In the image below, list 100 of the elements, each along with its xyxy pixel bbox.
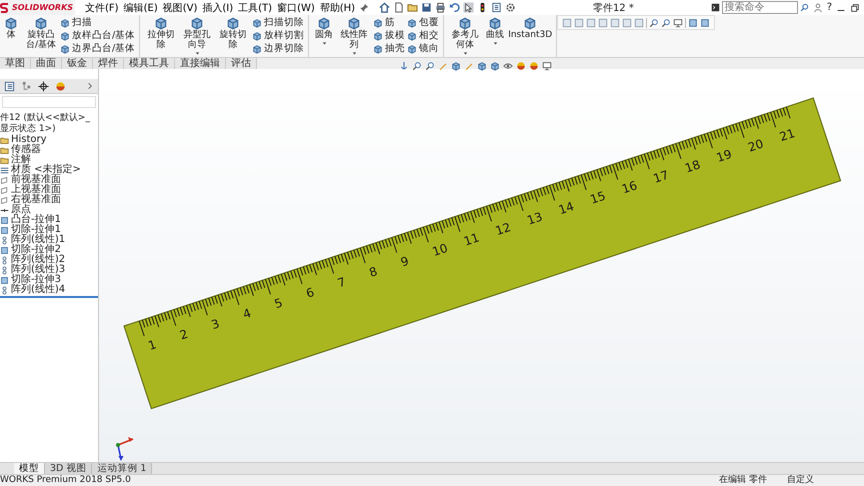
tree-item[interactable]: 注解 [11,155,31,165]
view-tab[interactable]: 模型 [14,463,45,474]
cube-icon[interactable] [490,61,500,71]
chevron-icon[interactable] [86,82,94,90]
monitor-icon[interactable] [542,61,552,71]
ribbon-button[interactable]: 扫描 [60,16,136,29]
crosshair-icon[interactable] [38,80,49,92]
ribbon-tab[interactable]: 曲面 [31,58,62,69]
ribbon-button[interactable]: 放样切割 [252,29,304,42]
ribbon-button[interactable]: 抽壳 [373,42,406,55]
window-icon[interactable] [622,18,632,28]
ribbon-tab[interactable]: 钣金 [62,58,93,69]
eye-icon[interactable] [503,61,513,71]
zoom-icon[interactable] [412,61,422,71]
menu-item[interactable]: 视图(V) [162,0,198,14]
tree-item[interactable]: 传感器 [11,145,41,155]
ribbon-button[interactable]: 放样凸台/基体 [60,29,136,42]
window-icon[interactable] [610,18,620,28]
select-icon[interactable] [463,2,474,13]
window-icon[interactable] [586,18,596,28]
tree-item[interactable]: 切除-拉伸3 [11,275,61,285]
window-icon[interactable] [598,18,608,28]
axis-triad-drawing [116,437,134,461]
ribbon-button[interactable]: 体 [0,16,22,40]
tree-item[interactable]: History [11,135,47,145]
zoom-icon[interactable] [425,61,435,71]
sphere-icon[interactable] [516,61,526,71]
caret-icon[interactable] [492,40,499,47]
help-button[interactable]: ? [826,2,832,13]
units-button[interactable]: 自定义 [787,475,814,486]
ribbon-button[interactable]: 圆角 [313,16,336,47]
filter-field[interactable] [2,96,96,108]
ribbon-button[interactable]: 边界切除 [252,42,304,55]
ribbon-button[interactable]: 旋转切除 [216,16,250,50]
tree-item[interactable]: 阵列(线性)1 [11,235,66,245]
tree-item[interactable]: 阵列(线性)4 [11,285,66,295]
ribbon-tab[interactable]: 直接编辑 [175,58,226,69]
list-icon[interactable] [491,2,502,13]
zoom-icon[interactable] [649,18,660,28]
home-icon[interactable] [379,2,390,13]
ribbon-tab[interactable]: 草图 [0,58,31,69]
tree-item[interactable]: 原点 [11,205,31,215]
ribbon-button[interactable]: 参考几何体 [448,16,482,57]
tree-item[interactable]: 阵列(线性)2 [11,255,66,265]
ribbon-button[interactable]: 扫描切除 [252,16,304,29]
tree-item[interactable]: 材质 <未指定> [11,165,81,175]
window-icon[interactable] [574,18,584,28]
user-icon[interactable] [812,2,823,12]
tree-item[interactable]: 切除-拉伸1 [11,225,61,235]
ribbon-button[interactable]: 旋转凸台/基体 [24,16,58,50]
menu-item[interactable]: 编辑(E) [124,0,158,14]
ribbon-button[interactable]: 线性阵列 [337,16,372,57]
ribbon-button[interactable]: 相交 [407,29,440,42]
ribbon-button[interactable]: 镜向 [407,42,440,55]
undo-icon[interactable] [449,2,460,13]
view-tab[interactable]: 运动算例 1 [92,463,152,474]
tree-item[interactable]: 右视基准面 [11,195,61,205]
menu-item[interactable]: 文件(F) [85,0,119,14]
ribbon-tab[interactable]: 评估 [226,58,257,69]
menu-item[interactable]: 插入(I) [202,0,234,14]
cube-icon [373,18,384,28]
printer-icon[interactable] [435,2,446,13]
tree-root[interactable]: 件12 (默认<<默认>_显示状态 1>) [0,113,98,135]
ribbon-button[interactable]: 曲线 [484,16,506,47]
save-icon[interactable] [421,2,432,13]
sphere-icon[interactable] [55,80,66,92]
settings-icon[interactable] [505,2,516,13]
tree-item[interactable]: 凸台-拉伸1 [11,215,61,225]
document-icon[interactable] [393,2,404,13]
ribbon-button[interactable]: 异型孔向导 [180,16,214,57]
cube-icon[interactable] [477,61,487,71]
ribbon-button[interactable]: 拉伸切除 [144,16,178,50]
zoom-icon[interactable] [661,18,672,28]
cube-icon[interactable] [451,61,461,71]
ribbon-button[interactable]: Instant3D [508,16,552,40]
tree-item[interactable]: 前视基准面 [11,175,61,185]
sphere-icon[interactable] [529,61,539,71]
property-icon[interactable] [21,80,32,92]
ribbon-button[interactable]: 筋 [373,16,406,29]
pin-icon[interactable] [359,2,370,12]
menu-item[interactable]: 窗口(W) [277,0,315,14]
tree-item[interactable]: 阵列(线性)3 [11,265,66,275]
view-tab[interactable]: 3D 视图 [45,463,92,474]
tree-item[interactable]: 上视基准面 [11,185,61,195]
menu-item[interactable]: 帮助(H) [320,0,356,14]
search-field[interactable]: 搜索命令 [722,1,798,14]
folder-icon[interactable] [407,2,418,13]
restore-icon[interactable] [850,2,860,12]
tree-item[interactable]: 切除-拉伸2 [11,245,61,255]
menu-item[interactable]: 工具(T) [238,0,272,14]
ribbon-tab[interactable]: 焊件 [93,58,124,69]
ribbon-button[interactable]: 边界凸台/基体 [60,42,136,55]
ribbon-button[interactable]: 拔模 [373,29,406,42]
feature-tree-icon[interactable] [4,80,15,92]
window-icon[interactable] [562,18,572,28]
window-icon[interactable] [634,18,644,28]
caret-icon[interactable] [320,40,328,47]
monitor-icon[interactable] [673,18,684,28]
ribbon-tab[interactable]: 模具工具 [124,58,175,69]
ribbon-button[interactable]: 包覆 [407,16,440,29]
